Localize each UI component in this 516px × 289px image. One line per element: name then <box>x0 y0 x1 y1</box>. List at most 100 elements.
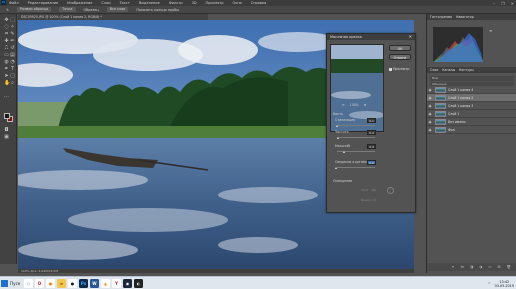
folder-icon[interactable]: ▭ <box>488 265 491 269</box>
sample-size-select[interactable]: Размер образца <box>16 7 52 12</box>
brush-tool-icon[interactable]: ✏ <box>10 39 15 44</box>
menu-help[interactable]: Справка <box>251 1 266 5</box>
stamp-tool-icon[interactable]: ⎍ <box>4 46 9 51</box>
cleanliness-slider[interactable] <box>337 137 375 138</box>
layer-filter-select[interactable]: Вид <box>430 76 514 81</box>
taskbar-app-recorder-icon[interactable]: ● <box>68 279 77 288</box>
ok-button[interactable]: ОК <box>389 45 411 51</box>
more-tools-icon[interactable]: … <box>4 94 9 99</box>
taskbar-app-explorer-icon[interactable]: ▰ <box>57 279 66 288</box>
tab-layers[interactable]: Слои <box>430 68 438 72</box>
foreground-color-swatch[interactable] <box>4 113 10 119</box>
eraser-tool-icon[interactable]: ▭ <box>4 53 9 58</box>
magic-wand-tool-icon[interactable]: ✧ <box>10 25 15 30</box>
zoom-out-icon[interactable]: ⊖ <box>342 103 345 107</box>
mask-icon[interactable]: ◨ <box>470 265 473 269</box>
menu-filter[interactable]: Фильтр <box>169 1 183 5</box>
layer-row[interactable]: ◉ Слой 1 копия 4 <box>427 86 516 94</box>
clock[interactable]: 13:42 03.05.2019 <box>495 280 514 288</box>
eye-icon[interactable]: ◉ <box>427 96 433 100</box>
show-ring-checkbox[interactable]: Показать кольцо пробы <box>136 8 179 12</box>
screen-mode-icon[interactable]: ▣ <box>4 135 9 140</box>
taskbar-app-yandex-icon[interactable]: Y <box>112 279 121 288</box>
cleanliness-value[interactable]: 0,4 <box>367 130 376 135</box>
zoom-in-icon[interactable]: ⊕ <box>364 103 367 107</box>
taskbar-app-steam-icon[interactable]: ◉ <box>123 279 132 288</box>
adjustment-icon[interactable]: ◑ <box>479 265 482 269</box>
hand-tool-icon[interactable]: ✋ <box>4 81 10 86</box>
bristle-detail-slider[interactable] <box>337 167 375 168</box>
tab-paths[interactable]: Контуры <box>459 68 474 72</box>
close-button[interactable]: ✕ <box>511 1 514 6</box>
stylization-slider-thumb[interactable] <box>336 125 339 127</box>
taskbar-app-camera-icon[interactable]: ◐ <box>134 279 143 288</box>
menu-layers[interactable]: Слои <box>101 1 110 5</box>
type-tool-icon[interactable]: T <box>10 67 15 72</box>
menu-window[interactable]: Окно <box>232 1 241 5</box>
layer-row-active[interactable]: ◉ Слой 1 копия 2 <box>427 94 516 102</box>
eye-icon[interactable]: ◉ <box>427 104 433 108</box>
scale-slider-thumb[interactable] <box>343 151 345 153</box>
healing-tool-icon[interactable]: ✚ <box>4 39 9 44</box>
scale-value[interactable]: 2,3 <box>367 144 376 149</box>
minimize-button[interactable]: – <box>493 1 495 6</box>
histogram-options-icon[interactable]: ≡ <box>489 28 492 33</box>
menu-edit[interactable]: Редактирование <box>28 1 59 5</box>
cleanliness-slider-thumb[interactable] <box>336 137 339 139</box>
taskbar-app-opera-icon[interactable]: O <box>35 279 44 288</box>
menu-file[interactable]: Файл <box>9 1 19 5</box>
pen-tool-icon[interactable]: ✒ <box>4 67 9 72</box>
eye-icon[interactable]: ◉ <box>427 128 433 132</box>
marquee-tool-icon[interactable]: ⬚ <box>10 18 15 23</box>
taskbar-app-word-icon[interactable]: W <box>90 279 99 288</box>
layer-row[interactable]: ◉ Без имени <box>427 118 516 126</box>
lasso-tool-icon[interactable]: ◌ <box>4 25 9 30</box>
new-layer-icon[interactable]: ⊞ <box>498 265 501 269</box>
blur-tool-icon[interactable]: ◍ <box>4 60 9 65</box>
gradient-tool-icon[interactable]: ▤ <box>10 53 15 58</box>
dialog-close-icon[interactable]: ✕ <box>409 34 412 40</box>
start-button[interactable]: Пуск <box>1 278 20 289</box>
maximize-button[interactable]: ❐ <box>501 1 505 6</box>
stylization-slider[interactable] <box>337 125 375 126</box>
menu-select[interactable]: Выделение <box>139 1 160 5</box>
all-layers-select[interactable]: Все слои <box>106 7 129 12</box>
tab-histogram[interactable]: Гистограмма <box>430 15 452 19</box>
bristle-detail-slider-thumb[interactable] <box>335 167 338 169</box>
eye-icon[interactable]: ◉ <box>427 88 433 92</box>
crop-tool-icon[interactable]: ⌗ <box>4 32 9 37</box>
menu-image[interactable]: Изображение <box>67 1 92 5</box>
trash-icon[interactable]: 🗑 <box>507 265 511 269</box>
point-select[interactable]: Точка <box>59 7 76 12</box>
move-tool-icon[interactable]: ✥ <box>4 18 9 23</box>
taskbar-app-cortana-icon[interactable]: ○ <box>24 279 33 288</box>
quick-mask-icon[interactable]: ◘ <box>4 128 9 133</box>
fx-icon[interactable]: fx <box>461 265 464 269</box>
history-brush-tool-icon[interactable]: ↺ <box>10 46 15 51</box>
eye-icon[interactable]: ◉ <box>427 112 433 116</box>
tray-expand-icon[interactable]: ^ <box>488 282 491 286</box>
shape-tool-icon[interactable]: ▢ <box>10 74 15 79</box>
menu-view[interactable]: Просмотр <box>206 1 224 5</box>
tab-navigator[interactable]: Навигатор <box>456 15 474 19</box>
cancel-button[interactable]: Отмена <box>389 54 411 60</box>
taskbar-app-firefox-icon[interactable]: ● <box>46 279 55 288</box>
zoom-tool-icon[interactable]: ⌕ <box>10 81 15 86</box>
tab-channels[interactable]: Каналы <box>442 68 455 72</box>
menu-type[interactable]: Текст <box>120 1 130 5</box>
eye-icon[interactable]: ◉ <box>427 120 433 124</box>
link-icon[interactable]: ⚭ <box>452 265 455 269</box>
layer-row[interactable]: ◉ Слой 1 <box>427 110 516 118</box>
path-selection-tool-icon[interactable]: ➤ <box>4 74 9 79</box>
layer-row[interactable]: ◉ Слой 1 копия 3 <box>427 102 516 110</box>
layer-row[interactable]: ◉ Фон <box>427 126 516 134</box>
eyedropper-tool-icon[interactable]: ✎ <box>6 8 9 12</box>
bristle-detail-value[interactable]: 0,0 <box>367 160 376 165</box>
taskbar-app-vlc-icon[interactable]: ▲ <box>101 279 110 288</box>
eyedropper-tool-icon[interactable]: ✎ <box>10 32 15 37</box>
preview-checkbox[interactable]: Просмотр <box>389 67 409 71</box>
dodge-tool-icon[interactable]: ◔ <box>10 60 15 65</box>
stylization-value[interactable]: 0,1 <box>367 118 376 123</box>
menu-3d[interactable]: 3D <box>192 1 197 5</box>
taskbar-app-photoshop-icon[interactable]: Ps <box>79 279 88 288</box>
